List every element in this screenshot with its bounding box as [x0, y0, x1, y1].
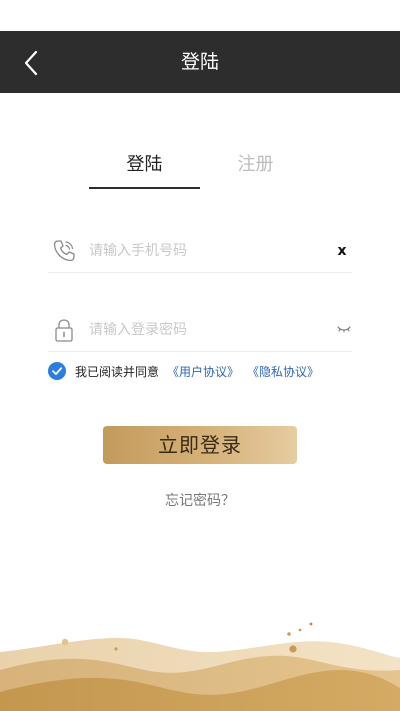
password-field — [48, 309, 352, 352]
user-agreement-link[interactable]: 《用户协议》 — [167, 363, 239, 380]
tab-register[interactable]: 注册 — [200, 150, 311, 188]
decorative-waves — [0, 622, 400, 711]
clear-phone-button[interactable]: x — [334, 241, 350, 261]
agreement-checkbox[interactable] — [48, 362, 66, 380]
forgot-password-link[interactable]: 忘记密码？ — [0, 490, 400, 510]
active-tab-indicator — [89, 187, 200, 189]
checkmark-icon — [52, 367, 63, 375]
page-title: 登陆 — [180, 51, 219, 73]
agreement-text: 我已阅读并同意 — [75, 364, 160, 379]
login-button[interactable]: 立即登录 — [103, 426, 297, 464]
phone-field: x — [48, 230, 352, 273]
phone-icon — [53, 240, 75, 262]
auth-tabs: 登陆 注册 — [0, 150, 400, 190]
password-input[interactable] — [89, 317, 319, 343]
lock-icon — [55, 319, 73, 342]
agreement-row: 我已阅读并同意 《用户协议》 《隐私协议》 — [48, 361, 327, 381]
status-bar — [0, 0, 400, 31]
eye-closed-icon[interactable] — [336, 321, 352, 337]
tab-login[interactable]: 登陆 — [89, 150, 200, 188]
app-header: 登陆 — [0, 31, 400, 93]
privacy-agreement-link[interactable]: 《隐私协议》 — [247, 363, 319, 380]
phone-input[interactable] — [89, 238, 319, 264]
